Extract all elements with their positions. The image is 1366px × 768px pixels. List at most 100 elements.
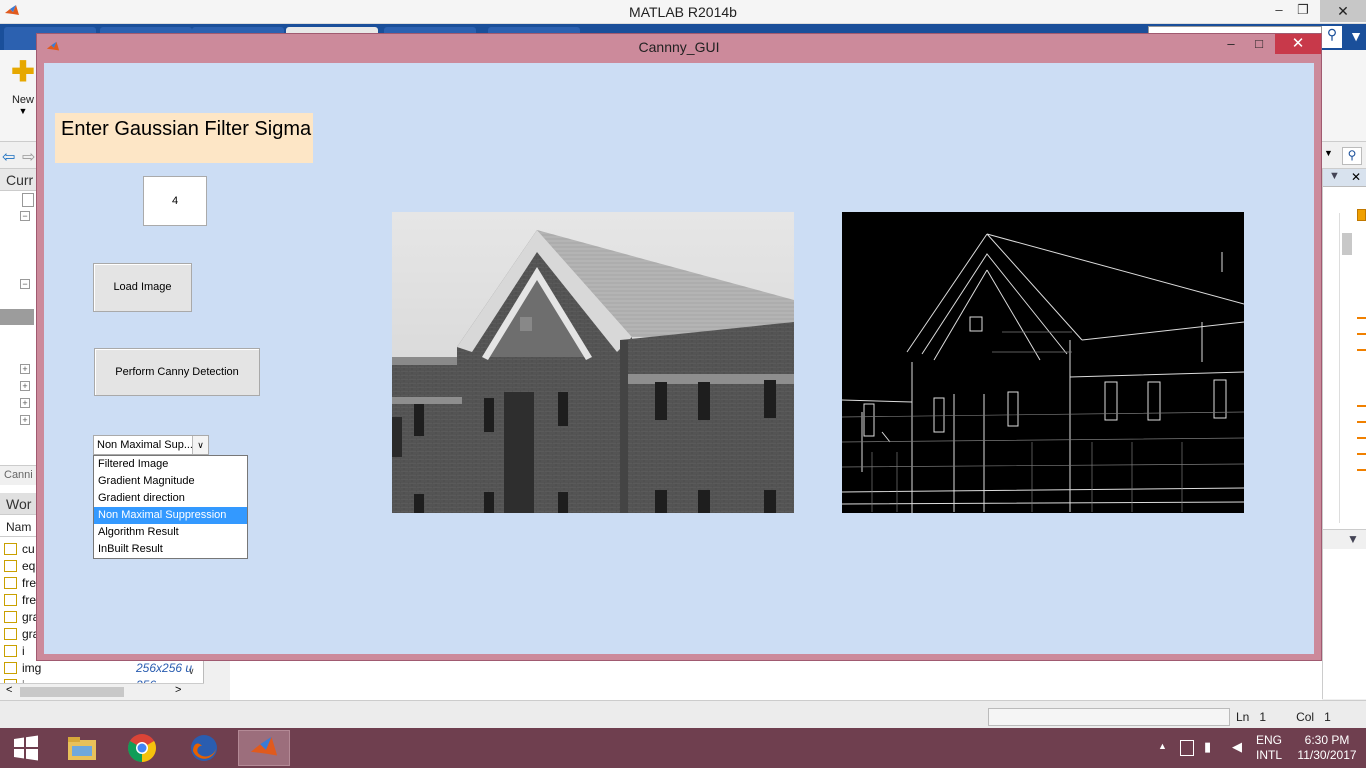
- sigma-label: Enter Gaussian Filter Sigma: [55, 113, 313, 163]
- search-icon[interactable]: ⚲: [1342, 147, 1362, 165]
- expand-icon[interactable]: +: [20, 415, 30, 425]
- variable-icon: [4, 645, 17, 657]
- close-icon[interactable]: ✕: [1320, 0, 1366, 22]
- new-button-label: New: [11, 94, 34, 106]
- code-marker: [1357, 317, 1366, 319]
- expand-icon[interactable]: +: [20, 381, 30, 391]
- device-icon[interactable]: [1180, 740, 1194, 756]
- file-icon: [22, 193, 34, 207]
- scroll-left-icon[interactable]: <: [6, 684, 12, 696]
- variable-icon: [4, 611, 17, 623]
- variable-icon: [4, 543, 17, 555]
- dropdown-option[interactable]: Gradient Magnitude: [94, 473, 247, 490]
- new-button[interactable]: ✚ New ▼: [6, 58, 40, 128]
- result-dropdown-list: Filtered Image Gradient Magnitude Gradie…: [93, 455, 248, 559]
- collapse-icon[interactable]: −: [20, 211, 30, 221]
- restore-icon[interactable]: ❐: [1290, 2, 1316, 18]
- building-photo: [392, 212, 794, 513]
- scroll-down-icon[interactable]: ∨: [188, 666, 195, 677]
- result-image: [842, 212, 1244, 513]
- collapse-icon[interactable]: −: [20, 279, 30, 289]
- clock[interactable]: 6:30 PM 11/30/2017: [1296, 733, 1358, 763]
- selected-row[interactable]: [0, 309, 34, 325]
- result-select[interactable]: Non Maximal Sup... ∨: [93, 435, 209, 455]
- gui-window-title: Cannny_GUI: [638, 39, 720, 55]
- variable-icon: [4, 577, 17, 589]
- filter-icon[interactable]: ▼: [1346, 28, 1366, 48]
- minimize-icon[interactable]: –: [1266, 2, 1292, 17]
- file-explorer-taskbar-button[interactable]: [56, 730, 108, 766]
- code-marker: [1357, 469, 1366, 471]
- edge-map: [842, 233, 1244, 513]
- network-icon[interactable]: ▮: [1204, 739, 1211, 755]
- folder-icon: [68, 737, 96, 760]
- status-bar: Ln 1 Col 1: [0, 700, 1366, 728]
- dropdown-option[interactable]: Gradient direction: [94, 490, 247, 507]
- gui-figure-area: Enter Gaussian Filter Sigma 4 Load Image…: [44, 63, 1314, 654]
- scrollbar-thumb[interactable]: [1342, 233, 1352, 255]
- code-marker: [1357, 349, 1366, 351]
- close-icon[interactable]: ✕: [1351, 170, 1361, 184]
- language-code: ENG: [1256, 733, 1283, 747]
- matlab-taskbar-button[interactable]: [238, 730, 290, 766]
- taskbar: ▲ ▮ ◀ ENG INTL 6:30 PM 11/30/2017: [0, 728, 1366, 768]
- variable-icon: [4, 628, 17, 640]
- panel-toolbar: ▼: [1323, 529, 1366, 549]
- start-button[interactable]: [0, 730, 52, 766]
- chevron-down-icon: ▼: [18, 106, 28, 116]
- right-panel: ▼ ✕ ▼: [1322, 169, 1366, 699]
- close-icon[interactable]: ✕: [1275, 34, 1321, 54]
- firefox-taskbar-button[interactable]: [178, 730, 230, 766]
- show-hidden-icons-icon[interactable]: ▲: [1158, 741, 1167, 751]
- load-image-button[interactable]: Load Image: [93, 263, 192, 312]
- dropdown-option-selected[interactable]: Non Maximal Suppression: [94, 507, 247, 524]
- panel-header: ▼ ✕: [1323, 169, 1366, 187]
- firefox-icon: [191, 735, 217, 761]
- chrome-taskbar-button[interactable]: [116, 730, 168, 766]
- ln-label: Ln: [1236, 710, 1250, 724]
- maximize-icon[interactable]: □: [1245, 34, 1273, 56]
- sigma-input[interactable]: 4: [143, 176, 207, 226]
- expand-icon[interactable]: +: [20, 398, 30, 408]
- matlab-logo-icon: [250, 736, 278, 756]
- dropdown-option[interactable]: Filtered Image: [94, 456, 247, 473]
- command-window[interactable]: [230, 660, 1322, 700]
- chevron-down-icon[interactable]: ▼: [1324, 148, 1333, 158]
- dropdown-option[interactable]: InBuilt Result: [94, 541, 247, 558]
- scrollbar-thumb[interactable]: [20, 687, 124, 697]
- code-marker: [1357, 453, 1366, 455]
- panel-menu-icon[interactable]: ▼: [1347, 532, 1359, 546]
- volume-icon[interactable]: ◀: [1232, 739, 1242, 755]
- chevron-down-icon[interactable]: ∨: [192, 436, 208, 454]
- code-marker: [1357, 333, 1366, 335]
- chrome-icon: [128, 734, 156, 762]
- warning-marker-icon: [1357, 209, 1366, 221]
- search-icon[interactable]: ⚲: [1322, 26, 1342, 48]
- original-image: [392, 212, 794, 513]
- dropdown-option[interactable]: Algorithm Result: [94, 524, 247, 541]
- panel-menu-icon[interactable]: ▼: [1329, 170, 1340, 182]
- result-select-value: Non Maximal Sup...: [97, 439, 193, 451]
- language-indicator[interactable]: ENG INTL: [1256, 733, 1286, 763]
- scroll-right-icon[interactable]: >: [175, 684, 181, 696]
- cursor-position: Ln 1 Col 1: [1236, 710, 1331, 724]
- workspace-row[interactable]: img 256x256 u: [0, 660, 204, 677]
- minimize-icon[interactable]: –: [1217, 34, 1245, 56]
- ln-value: 1: [1259, 710, 1267, 724]
- variable-icon: [4, 594, 17, 606]
- horizontal-scrollbar[interactable]: < >: [0, 683, 204, 699]
- perform-canny-button[interactable]: Perform Canny Detection: [94, 348, 260, 396]
- windows-logo-icon: [14, 735, 38, 761]
- clock-date: 11/30/2017: [1297, 748, 1357, 762]
- gui-titlebar: Cannny_GUI – □ ✕: [37, 34, 1321, 62]
- vertical-scrollbar[interactable]: [1339, 213, 1353, 523]
- expand-icon[interactable]: +: [20, 364, 30, 374]
- back-arrow-icon[interactable]: ⇦: [2, 147, 15, 167]
- canny-gui-window: Cannny_GUI – □ ✕ Enter Gaussian Filter S…: [36, 33, 1322, 661]
- clock-time: 6:30 PM: [1304, 733, 1350, 747]
- forward-arrow-icon[interactable]: ⇨: [22, 147, 35, 167]
- status-field: [988, 708, 1230, 726]
- code-marker: [1357, 437, 1366, 439]
- keyboard-layout: INTL: [1256, 748, 1283, 762]
- matlab-titlebar: MATLAB R2014b – ❐ ✕: [0, 0, 1366, 24]
